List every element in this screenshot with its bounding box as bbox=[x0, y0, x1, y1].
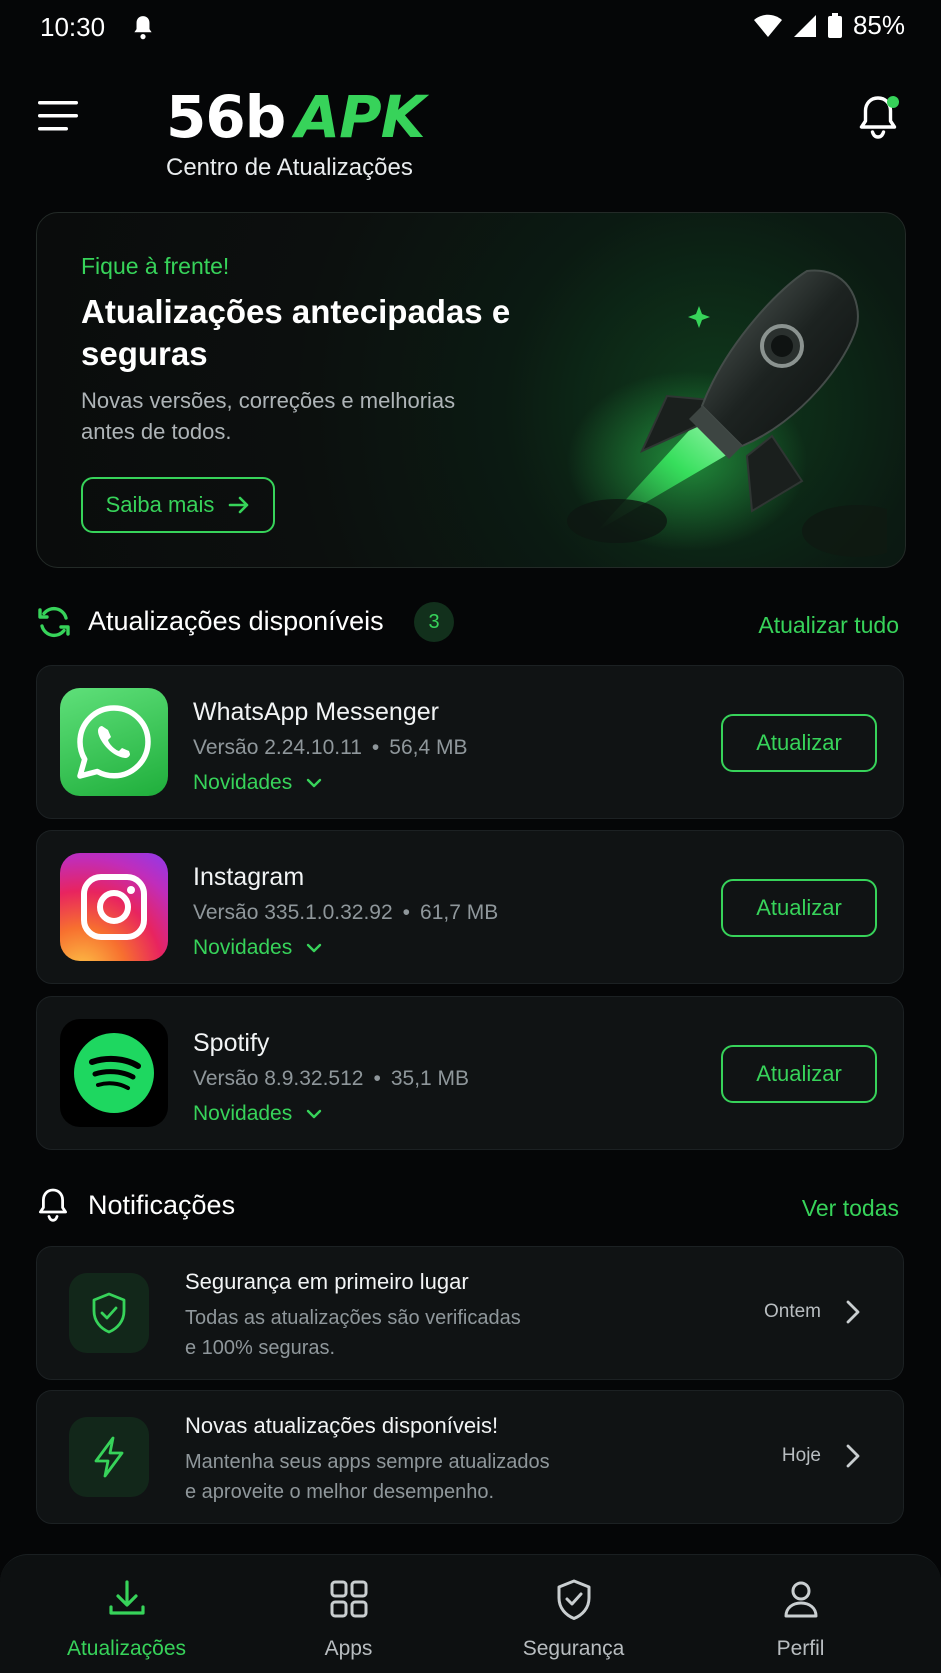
chevron-down-icon bbox=[307, 778, 322, 788]
notification-desc-line: Todas as atualizações são verificadas bbox=[185, 1307, 521, 1329]
notification-item[interactable]: Novas atualizações disponíveis! Mantenha… bbox=[36, 1390, 904, 1524]
update-button[interactable]: Atualizar bbox=[721, 879, 877, 937]
whats-new-label: Novidades bbox=[193, 936, 293, 959]
whats-new-toggle[interactable]: Novidades bbox=[193, 1102, 322, 1126]
instagram-icon bbox=[60, 853, 168, 961]
app-card-instagram: Instagram Versão 335.1.0.32.92 • 61,7 MB N… bbox=[36, 830, 904, 984]
hero-title: Atualizações antecipadas e seguras bbox=[81, 293, 511, 372]
updates-section-title: Atualizações disponíveis bbox=[88, 606, 384, 636]
app-version: Versão 8.9.32.512 bbox=[193, 1067, 364, 1090]
whats-new-label: Novidades bbox=[193, 1102, 293, 1125]
header-subtitle: Centro de Atualizações bbox=[166, 154, 413, 181]
download-icon bbox=[108, 1580, 145, 1615]
notifications-button[interactable] bbox=[855, 92, 901, 142]
app-name: Instagram bbox=[193, 863, 305, 891]
notification-desc-line: Mantenha seus apps sempre atualizados bbox=[185, 1451, 550, 1473]
logo-main: 56b bbox=[166, 83, 286, 151]
app-name: WhatsApp Messenger bbox=[193, 698, 439, 726]
hero-kicker: Fique à frente! bbox=[81, 253, 230, 279]
spotify-icon bbox=[60, 1019, 168, 1127]
nav-label: Apps bbox=[324, 1637, 373, 1660]
shield-check-icon bbox=[69, 1273, 149, 1353]
app-size: 61,7 MB bbox=[420, 901, 499, 924]
see-all-link[interactable]: Ver todas bbox=[802, 1195, 899, 1222]
notification-desc-line: e aproveite o melhor desempenho. bbox=[185, 1481, 495, 1503]
whats-new-label: Novidades bbox=[193, 771, 293, 794]
bell-icon bbox=[39, 1188, 67, 1222]
notification-time: Ontem bbox=[763, 1301, 821, 1322]
chevron-right-icon bbox=[846, 1300, 860, 1324]
wifi-icon bbox=[753, 14, 782, 37]
status-time: 10:30 bbox=[40, 12, 106, 42]
notification-time: Hoje bbox=[781, 1445, 821, 1466]
notifications-section-title: Notificações bbox=[88, 1190, 236, 1220]
battery-percent: 85% bbox=[852, 10, 905, 40]
chevron-down-icon bbox=[307, 943, 322, 953]
app-logo: 56b APK Centro de Atualizações bbox=[166, 83, 426, 182]
app-size: 56,4 MB bbox=[389, 736, 468, 759]
learn-more-label: Saiba mais bbox=[105, 492, 215, 517]
nav-label: Atualizações bbox=[66, 1637, 187, 1660]
nav-apps[interactable]: Apps bbox=[231, 1555, 466, 1673]
nav-label: Segurança bbox=[522, 1637, 625, 1660]
chevron-right-icon bbox=[846, 1444, 860, 1468]
learn-more-button[interactable]: Saiba mais bbox=[81, 477, 275, 533]
user-icon bbox=[784, 1581, 817, 1618]
nav-label: Perfil bbox=[776, 1637, 825, 1660]
notification-description: Mantenha seus apps sempre atualizados e a… bbox=[185, 1447, 605, 1507]
app-size: 35,1 MB bbox=[390, 1067, 470, 1090]
hero-banner: Fique à frente! Atualizações antecipadas… bbox=[36, 212, 906, 568]
hero-description: Novas versões, correções e melhorias ant… bbox=[81, 388, 456, 444]
update-button[interactable]: Atualizar bbox=[721, 1045, 877, 1103]
chevron-down-icon bbox=[307, 1109, 322, 1119]
lightning-icon bbox=[69, 1417, 149, 1497]
menu-icon[interactable] bbox=[38, 98, 82, 134]
app-card-whatsapp: WhatsApp Messenger Versão 2.24.10.11 • 56,… bbox=[36, 665, 904, 819]
app-meta: Versão 8.9.32.512 • 35,1 MB bbox=[193, 1067, 470, 1090]
notification-description: Todas as atualizações são verificadas e 1… bbox=[185, 1303, 605, 1363]
refresh-icon bbox=[38, 606, 70, 638]
update-button[interactable]: Atualizar bbox=[721, 714, 877, 772]
app-version: Versão 335.1.0.32.92 bbox=[193, 901, 393, 924]
notification-status-icon bbox=[134, 16, 152, 40]
app-meta: Versão 335.1.0.32.92 • 61,7 MB bbox=[193, 901, 499, 924]
updates-count-badge: 3 bbox=[414, 602, 454, 642]
grid-icon bbox=[330, 1580, 367, 1618]
notification-item[interactable]: Segurança em primeiro lugar Todas as atu… bbox=[36, 1246, 904, 1380]
notification-desc-line: e 100% seguras. bbox=[185, 1337, 336, 1359]
arrow-right-icon bbox=[229, 496, 249, 514]
app-card-spotify: Spotify Versão 8.9.32.512 • 35,1 MB Novida… bbox=[36, 996, 904, 1150]
notification-title: Novas atualizações disponíveis! bbox=[185, 1413, 499, 1438]
battery-icon bbox=[827, 12, 842, 38]
nav-security[interactable]: Segurança bbox=[456, 1555, 691, 1673]
nav-profile[interactable]: Perfil bbox=[683, 1555, 918, 1673]
whatsapp-icon bbox=[60, 688, 168, 796]
status-right: 85% bbox=[753, 10, 905, 41]
bottom-navigation: Atualizações Apps Segurança Perfil bbox=[0, 1554, 941, 1673]
update-all-link[interactable]: Atualizar tudo bbox=[758, 612, 899, 639]
rocket-illustration bbox=[567, 269, 887, 557]
logo-wordmark: 56b APK bbox=[166, 83, 426, 151]
shield-check-icon bbox=[557, 1579, 590, 1620]
app-name: Spotify bbox=[193, 1029, 270, 1057]
status-bar: 10:30 85% bbox=[0, 0, 941, 60]
logo-accent: APK bbox=[295, 83, 425, 151]
app-meta: Versão 2.24.10.11 • 56,4 MB bbox=[193, 736, 468, 759]
whats-new-toggle[interactable]: Novidades bbox=[193, 936, 322, 960]
notification-title: Segurança em primeiro lugar bbox=[185, 1269, 469, 1294]
whats-new-toggle[interactable]: Novidades bbox=[193, 771, 322, 795]
unread-dot bbox=[887, 96, 899, 108]
signal-icon bbox=[793, 14, 816, 37]
nav-updates[interactable]: Atualizações bbox=[9, 1555, 244, 1673]
app-version: Versão 2.24.10.11 bbox=[193, 736, 362, 759]
